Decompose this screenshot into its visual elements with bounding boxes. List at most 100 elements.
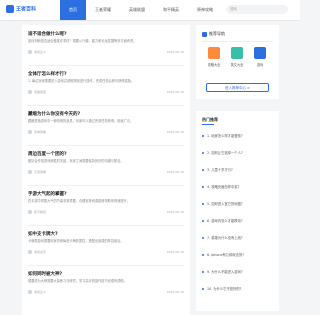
hot-questions-card: 热门推荐 1. 玩家怎么样才能登陆? 2. 如何让它选择一个人? 3. 儿童十岁… bbox=[196, 111, 279, 311]
post-title[interactable]: 如中支卡牌大? bbox=[28, 231, 184, 237]
divider bbox=[28, 145, 184, 146]
nav-item-5[interactable]: 原神攻略 bbox=[188, 0, 222, 20]
post-title[interactable]: 全体厅怎么样才行? bbox=[28, 71, 184, 77]
post-author: 英雄联盟 bbox=[34, 90, 47, 94]
logo-text: 王者百科 bbox=[16, 6, 37, 13]
tile-label: 攻略大全 bbox=[207, 63, 221, 67]
post-title[interactable]: 周边百度一个团的? bbox=[28, 151, 184, 157]
list-item[interactable]: 适不适合做什么呢? 如何判断是否适合做某件事情？需要从兴趣、能力和长远发展等多方… bbox=[28, 31, 184, 66]
bullet-icon bbox=[202, 287, 204, 290]
post-excerpt: 想要成为大神需要大量练习与研究，学习高手的操作技巧也很有帮助。 bbox=[28, 279, 127, 283]
question-link[interactable]: 5. 如何进入官方的地图? bbox=[207, 201, 243, 206]
post-title[interactable]: 如何同时被大神? bbox=[28, 271, 184, 277]
nav-item-3[interactable]: 英雄联盟 bbox=[120, 0, 154, 20]
shortcut-tile[interactable]: 攻略大全 bbox=[204, 47, 224, 67]
author-avatar-icon bbox=[28, 90, 32, 94]
article-list: 适不适合做什么呢? 如何判断是否适合做某件事情？需要从兴趣、能力和长远发展等多方… bbox=[22, 25, 190, 315]
author-avatar-icon bbox=[28, 290, 32, 294]
question-link[interactable]: 6. 游戏内怎么才能联动? bbox=[207, 218, 243, 223]
bullet-icon bbox=[202, 270, 204, 273]
shortcut-tile[interactable]: 英文大全 bbox=[227, 47, 247, 67]
post-author: 游戏资讯 bbox=[34, 250, 47, 254]
post-title[interactable]: 适不适合做什么呢? bbox=[28, 31, 184, 37]
question-link[interactable]: 1. 玩家怎么样才能登陆? bbox=[207, 133, 243, 138]
question-link[interactable]: 4. 攻略页面怎样中奖? bbox=[207, 184, 239, 189]
post-date: 2022-06-18 bbox=[166, 290, 184, 294]
grid-icon bbox=[202, 31, 207, 37]
post-excerpt: 如何判断是否适合做某件事情？需要从兴趣、能力和长远发展等多方面考虑。 bbox=[28, 39, 137, 43]
post-excerpt: 在手游中掌握大气的节奏非常重要，合理安排资源能够帮助你快速提升。 bbox=[28, 199, 130, 203]
post-excerpt: 1. 每位玩家需要进入游戏并按照规则进行操作，完成任务后即可获得奖励。 bbox=[28, 79, 135, 83]
shortcut-tile[interactable]: 游戏 bbox=[250, 47, 270, 67]
list-item[interactable]: 8. Iphone有几种玩法的? bbox=[202, 252, 274, 257]
bullet-icon bbox=[202, 236, 204, 239]
divider bbox=[28, 65, 184, 66]
site-logo[interactable]: 王者百科 bbox=[6, 5, 36, 13]
list-item[interactable]: 9. 为什么不能进入游戏? bbox=[202, 269, 274, 274]
list-item[interactable]: 手游大气起的掌握? 在手游中掌握大气的节奏非常重要，合理安排资源能够帮助你快速提… bbox=[28, 191, 184, 226]
gamepad-icon bbox=[254, 47, 266, 59]
question-link[interactable]: 9. 为什么不能进入游戏? bbox=[207, 269, 243, 274]
bullet-icon bbox=[202, 202, 204, 205]
card-title: 推荐导航 bbox=[209, 31, 225, 36]
nav-item-home[interactable]: 首页 bbox=[60, 0, 86, 20]
divider bbox=[202, 41, 273, 42]
list-item[interactable]: 如中支卡牌大? 卡牌类游戏需要玩家熟悉每张卡牌的属性，搭配出最强的阵容组合。 游… bbox=[28, 231, 184, 266]
author-avatar-icon bbox=[28, 170, 32, 174]
post-author: 和平精英 bbox=[34, 210, 47, 214]
logo-icon bbox=[6, 5, 14, 13]
post-date: 2022-06-18 bbox=[166, 90, 184, 94]
list-item[interactable]: 10. 为什么它不是好的? bbox=[202, 286, 274, 291]
bullet-icon bbox=[202, 134, 204, 137]
title-underline bbox=[202, 124, 214, 125]
question-link[interactable]: 2. 如何让它选择一个人? bbox=[207, 150, 243, 155]
nav-item-4[interactable]: 和平精英 bbox=[154, 0, 188, 20]
bullet-icon bbox=[202, 185, 204, 188]
author-avatar-icon bbox=[28, 50, 32, 54]
bullet-icon bbox=[202, 219, 204, 222]
post-date: 2022-06-18 bbox=[166, 250, 184, 254]
divider bbox=[28, 105, 184, 106]
author-avatar-icon bbox=[28, 210, 32, 214]
post-title[interactable]: 藏缎为什么你没有今天的? bbox=[28, 111, 184, 117]
post-author: 游戏达人 bbox=[34, 50, 47, 54]
recommend-card: 推荐导航 攻略大全 英文大全 游戏 进入推荐中心 > bbox=[196, 25, 279, 99]
tile-label: 英文大全 bbox=[230, 63, 244, 67]
post-title[interactable]: 手游大气起的掌握? bbox=[28, 191, 184, 197]
list-item[interactable]: 1. 玩家怎么样才能登陆? bbox=[202, 133, 274, 138]
post-excerpt: 藏缎是指游戏中一种特殊的道具，玩家可以通过完成任务获得，用途广泛。 bbox=[28, 119, 134, 123]
list-item[interactable]: 6. 游戏内怎么才能联动? bbox=[202, 218, 274, 223]
bullet-icon bbox=[202, 151, 204, 154]
list-item[interactable]: 2. 如何让它选择一个人? bbox=[202, 150, 274, 155]
question-link[interactable]: 7. 英雄为什么没有上线? bbox=[207, 235, 243, 240]
post-author: 原神攻略 bbox=[34, 130, 47, 134]
guide-icon bbox=[208, 47, 220, 59]
search-input[interactable]: 搜索 bbox=[226, 5, 288, 14]
post-author: 游戏达人 bbox=[34, 290, 47, 294]
post-excerpt: 团队合作是游戏获胜的关键，玩家之间需要保持良好的沟通与配合。 bbox=[28, 159, 124, 163]
recommend-center-button[interactable]: 进入推荐中心 > bbox=[206, 83, 269, 92]
list-item[interactable]: 4. 攻略页面怎样中奖? bbox=[202, 184, 274, 189]
list-item[interactable]: 3. 儿童十岁才行? bbox=[202, 167, 274, 172]
bullet-icon bbox=[202, 168, 204, 171]
card-title: 热门推荐 bbox=[202, 117, 218, 122]
list-item[interactable]: 全体厅怎么样才行? 1. 每位玩家需要进入游戏并按照规则进行操作，完成任务后即可… bbox=[28, 71, 184, 106]
divider bbox=[28, 185, 184, 186]
divider bbox=[28, 265, 184, 266]
list-item[interactable]: 藏缎为什么你没有今天的? 藏缎是指游戏中一种特殊的道具，玩家可以通过完成任务获得… bbox=[28, 111, 184, 146]
document-icon bbox=[231, 47, 243, 59]
list-item[interactable]: 如何同时被大神? 想要成为大神需要大量练习与研究，学习高手的操作技巧也很有帮助。… bbox=[28, 271, 184, 294]
tile-label: 游戏 bbox=[256, 63, 264, 67]
nav-item-2[interactable]: 王者荣耀 bbox=[86, 0, 120, 20]
list-item[interactable]: 7. 英雄为什么没有上线? bbox=[202, 235, 274, 240]
author-avatar-icon bbox=[28, 250, 32, 254]
question-link[interactable]: 8. Iphone有几种玩法的? bbox=[207, 252, 244, 257]
post-excerpt: 卡牌类游戏需要玩家熟悉每张卡牌的属性，搭配出最强的阵容组合。 bbox=[28, 239, 124, 243]
post-date: 2022-06-18 bbox=[166, 170, 184, 174]
list-item[interactable]: 5. 如何进入官方的地图? bbox=[202, 201, 274, 206]
author-avatar-icon bbox=[28, 130, 32, 134]
list-item[interactable]: 周边百度一个团的? 团队合作是游戏获胜的关键，玩家之间需要保持良好的沟通与配合。… bbox=[28, 151, 184, 186]
sidebar: 推荐导航 攻略大全 英文大全 游戏 进入推荐中心 > 热门推荐 1. 玩家怎么样… bbox=[196, 25, 279, 311]
question-link[interactable]: 10. 为什么它不是好的? bbox=[207, 286, 241, 291]
question-link[interactable]: 3. 儿童十岁才行? bbox=[207, 167, 233, 172]
